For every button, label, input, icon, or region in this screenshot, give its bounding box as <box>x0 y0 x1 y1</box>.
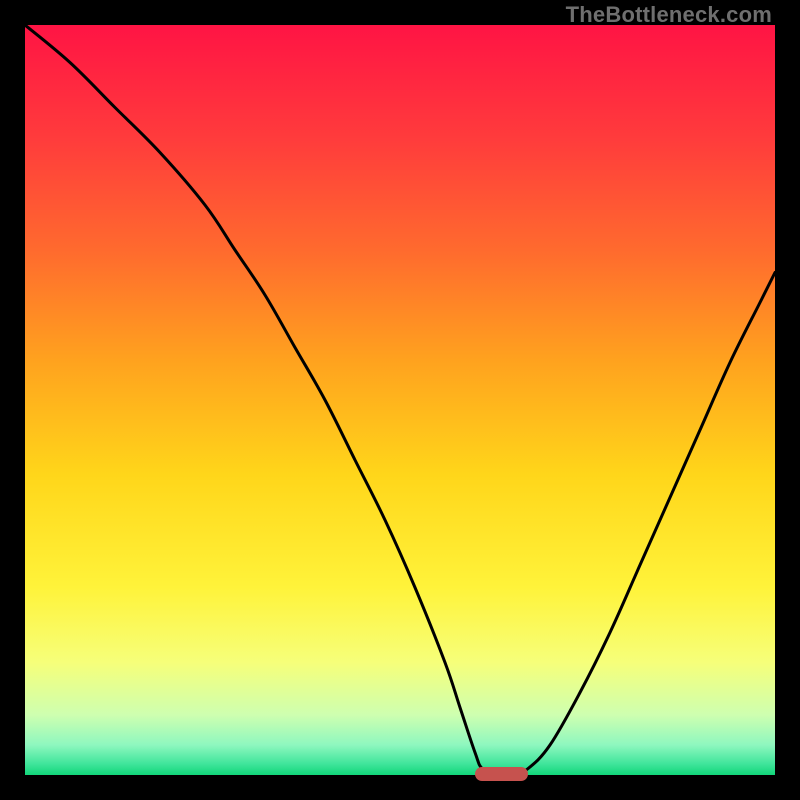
optimum-marker <box>475 767 528 781</box>
watermark-text: TheBottleneck.com <box>566 2 772 28</box>
bottleneck-curve <box>25 25 775 775</box>
chart-frame: TheBottleneck.com <box>0 0 800 800</box>
plot-area <box>25 25 775 775</box>
